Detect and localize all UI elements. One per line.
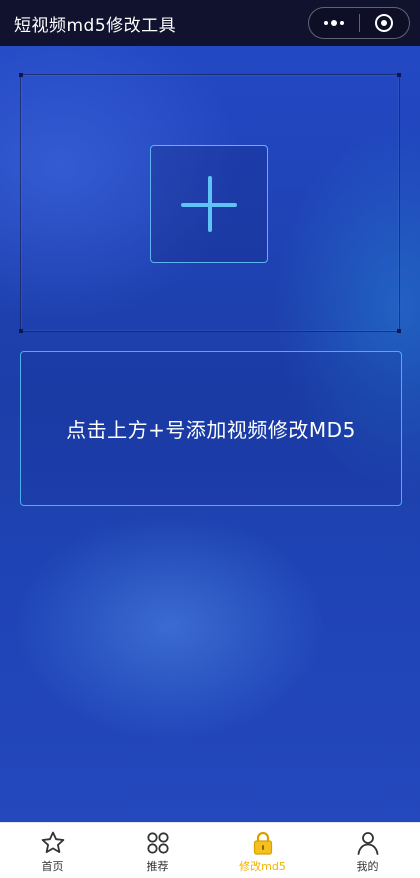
navigation-bar: 短视频md5修改工具	[0, 0, 420, 46]
hint-text: 点击上方+号添加视频修改MD5	[66, 418, 356, 442]
lock-icon	[253, 831, 272, 855]
tab-home[interactable]: 首页	[0, 823, 105, 878]
tab-mine-label: 我的	[356, 860, 379, 873]
add-video-button[interactable]	[150, 145, 268, 263]
tab-recommend[interactable]: 推荐	[105, 823, 210, 878]
grid-icon	[146, 832, 169, 854]
target-circle-icon	[375, 14, 394, 32]
tab-home-label: 首页	[41, 860, 64, 873]
video-upload-area	[19, 73, 401, 333]
user-icon	[357, 832, 378, 855]
page-title: 短视频md5修改工具	[14, 15, 177, 36]
main-content: 点击上方+号添加视频修改MD5	[0, 46, 420, 822]
tab-mine[interactable]: 我的	[315, 823, 420, 878]
tab-recommend-label: 推荐	[146, 860, 169, 873]
hint-box: 点击上方+号添加视频修改MD5	[20, 351, 402, 506]
star-icon	[41, 831, 64, 853]
more-button[interactable]	[309, 8, 359, 38]
tab-bar: 首页 推荐 修改md5 我的	[0, 822, 420, 878]
close-button[interactable]	[359, 8, 409, 38]
mini-program-capsule	[308, 7, 410, 39]
more-dots-icon	[323, 20, 344, 26]
tab-modify-md5-label: 修改md5	[239, 860, 286, 873]
tab-modify-md5[interactable]: 修改md5	[210, 823, 315, 878]
